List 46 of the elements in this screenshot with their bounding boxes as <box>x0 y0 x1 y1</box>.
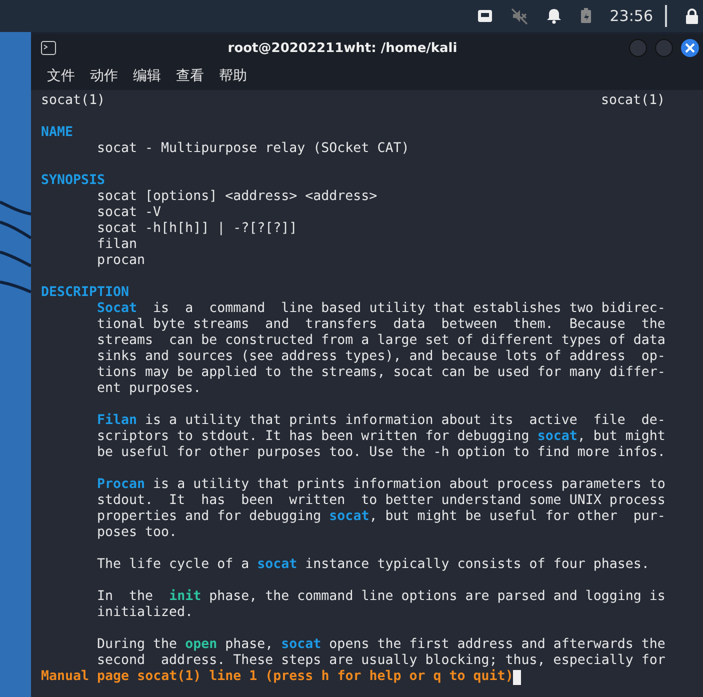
text-line: socat [options] <address> <address> <box>97 189 378 204</box>
text-line: In the init phase, the command line options are parsed and logging is <box>97 589 666 604</box>
close-button[interactable] <box>681 39 699 57</box>
text-line: scriptors to stdout. It has been written for debugging socat, but might <box>97 429 666 444</box>
menu-item[interactable]: 查看 <box>176 67 204 85</box>
text-line: tions may be applied to the streams, socat can be used for many differ- <box>97 365 666 380</box>
menu-item[interactable]: 编辑 <box>133 67 161 85</box>
clock[interactable]: 23:56 <box>610 7 653 25</box>
page-header: socat(1) <box>41 93 106 109</box>
text-line: streams can be constructed from a large set of different types of data <box>97 333 666 348</box>
text-line: procan <box>97 253 146 268</box>
network-icon[interactable] <box>476 8 493 24</box>
status-line: Manual page socat(1) line 1 (press h for help or q to quit) <box>41 669 514 685</box>
menu-item[interactable]: 动作 <box>90 67 118 85</box>
text-line: properties and for debugging socat, but might be useful for other pur- <box>97 509 666 524</box>
battery-icon[interactable] <box>580 8 592 24</box>
text-line: tional byte streams and transfers data between them. Because the <box>97 317 666 332</box>
section-heading: NAME <box>41 125 74 141</box>
menu-item[interactable]: 文件 <box>47 67 75 85</box>
text-line: stdout. It has been written to better understand some UNIX process <box>97 493 666 508</box>
close-icon[interactable] <box>685 43 695 53</box>
section-heading: DESCRIPTION <box>41 285 130 301</box>
text-line: initialized. <box>97 605 194 620</box>
bell-icon[interactable] <box>546 8 562 24</box>
text-line: ent purposes. <box>97 381 202 396</box>
text-line: sinks and sources (see address types), and because lots of address op- <box>97 349 666 364</box>
text-line: socat -h[h[h]] | -?[?[?]] <box>97 221 298 236</box>
page-header: socat(1) <box>600 93 665 109</box>
text-line: poses too. <box>97 525 178 540</box>
lock-icon[interactable] <box>685 8 699 24</box>
muted-speaker-icon[interactable] <box>510 8 528 24</box>
text-line: Procan is a utility that prints information about process parameters to <box>97 477 666 492</box>
menu-item[interactable]: 帮助 <box>219 67 247 85</box>
text-line: socat - Multipurpose relay (SOcket CAT) <box>97 141 410 156</box>
text-cursor <box>513 670 522 684</box>
text-line: During the open phase, socat opens the first address and afterwards the <box>97 637 666 652</box>
text-line: filan <box>97 237 138 252</box>
text-line: Filan is a utility that prints information about its active file de- <box>97 413 666 428</box>
window-title: root@20202211wht: /home/kali <box>226 40 458 56</box>
text-line: second address. These steps are usually blocking; thus, especially for <box>97 653 666 668</box>
section-heading: SYNOPSIS <box>41 173 106 189</box>
terminal-icon[interactable] <box>41 41 56 55</box>
text-line: socat -V <box>97 205 162 220</box>
text-line: be useful for other purposes too. Use the -h option to find more infos. <box>97 445 666 460</box>
text-line: The life cycle of a socat instance typically consists of four phases. <box>97 557 650 572</box>
text-line: Socat is a command line based utility that establishes two bidirec- <box>97 301 666 316</box>
